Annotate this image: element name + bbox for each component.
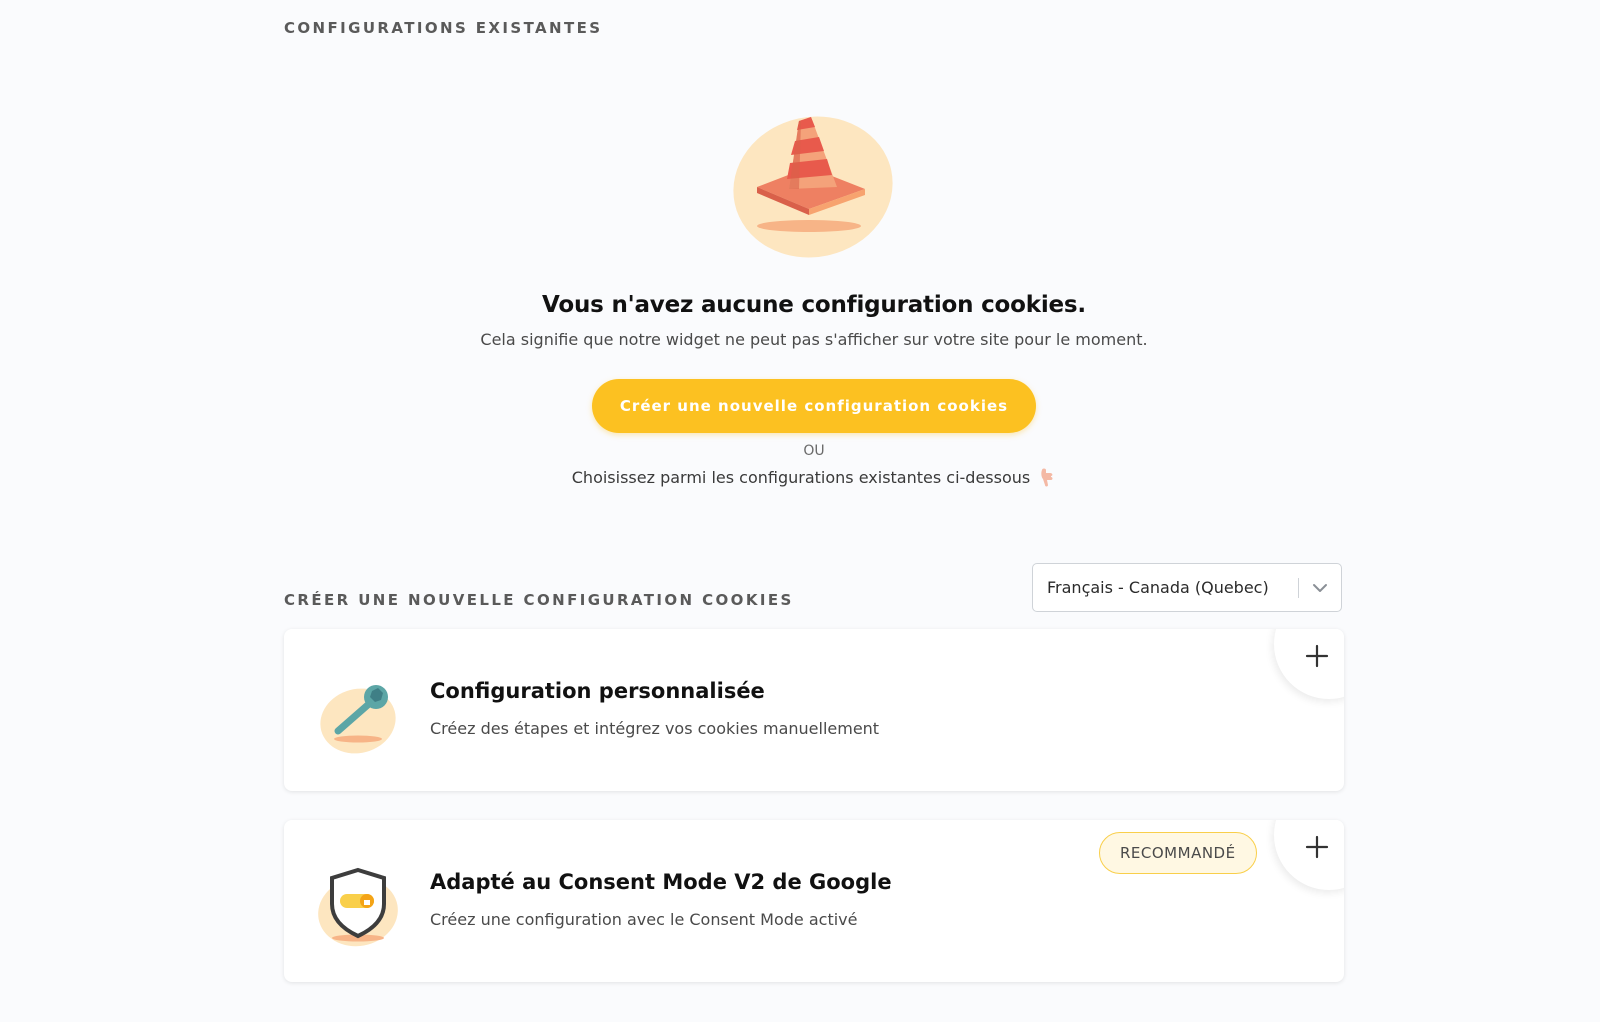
custom-configuration-description: Créez des étapes et intégrez vos cookies… <box>430 719 880 738</box>
pointing-down-hand-icon <box>1041 468 1053 487</box>
traffic-cone-icon <box>733 116 893 258</box>
add-custom-configuration-button[interactable] <box>1302 641 1332 671</box>
empty-state-subtitle: Cela signifie que notre widget ne peut p… <box>480 330 1148 349</box>
or-separator: OU <box>803 443 825 459</box>
empty-state-title: Vous n'avez aucune configuration cookies… <box>542 292 1086 318</box>
create-configuration-title: CRÉER UNE NOUVELLE CONFIGURATION COOKIES <box>284 591 794 609</box>
choose-existing-label: Choisissez parmi les configurations exis… <box>571 467 1031 487</box>
chevron-down-icon[interactable] <box>1299 583 1341 593</box>
custom-configuration-title: Configuration personnalisée <box>430 679 765 703</box>
consent-mode-title: Adapté au Consent Mode V2 de Google <box>430 870 892 894</box>
plus-icon <box>1305 835 1329 859</box>
add-consent-mode-button[interactable] <box>1302 832 1332 862</box>
consent-mode-card[interactable]: Adapté au Consent Mode V2 de Google Crée… <box>284 820 1344 982</box>
language-select[interactable]: Français - Canada (Quebec) <box>1032 563 1342 612</box>
recommended-badge: RECOMMANDÉ <box>1099 832 1257 874</box>
language-select-value: Français - Canada (Quebec) <box>1047 578 1269 597</box>
custom-configuration-card[interactable]: Configuration personnalisée Créez des ét… <box>284 629 1344 791</box>
wrench-icon <box>320 685 396 754</box>
create-configuration-button[interactable]: Créer une nouvelle configuration cookies <box>591 379 1037 433</box>
shield-toggle-icon <box>318 867 398 947</box>
consent-mode-description: Créez une configuration avec le Consent … <box>430 910 858 929</box>
plus-icon <box>1305 644 1329 668</box>
choose-existing-text: Choisissez parmi les configurations exis… <box>572 467 1057 487</box>
existing-configurations-title: CONFIGURATIONS EXISTANTES <box>284 19 603 37</box>
empty-state: Vous n'avez aucune configuration cookies… <box>284 105 1344 487</box>
